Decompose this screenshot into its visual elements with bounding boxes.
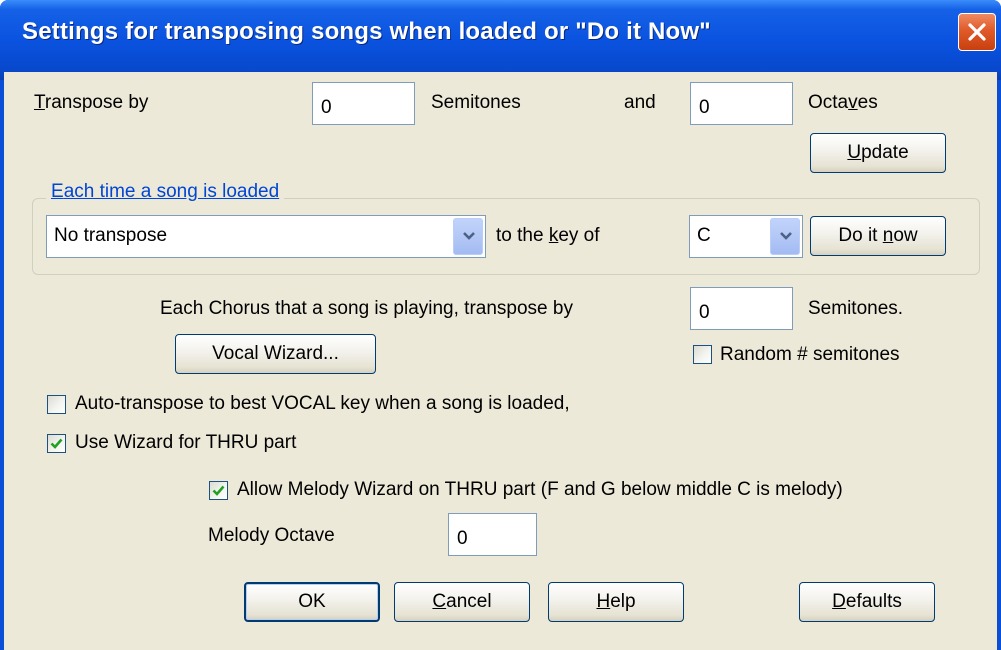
transpose-mode-dropdown-button[interactable] (453, 218, 483, 255)
each-time-loaded-legend: Each time a song is loaded (46, 181, 285, 203)
chorus-semitones-label: Semitones. (808, 298, 904, 319)
close-button[interactable] (958, 13, 996, 51)
random-semitones-label: Random # semitones (720, 344, 900, 365)
use-wizard-thru-checkbox[interactable] (47, 434, 66, 453)
vocal-wizard-button[interactable]: Vocal Wizard... (175, 334, 376, 374)
allow-melody-wizard-checkbox[interactable] (209, 481, 228, 500)
semitones-label: Semitones (431, 92, 521, 113)
allow-melody-wizard-label: Allow Melody Wizard on THRU part (F and … (237, 479, 843, 500)
chevron-down-icon (463, 232, 475, 240)
to-the-key-of-label: to the key of (496, 225, 600, 246)
use-wizard-thru-label: Use Wizard for THRU part (75, 432, 297, 453)
transpose-semitones-input[interactable] (312, 82, 415, 125)
melody-octave-input[interactable] (448, 513, 537, 556)
ok-button[interactable]: OK (244, 582, 380, 622)
checkmark-icon (212, 485, 225, 496)
dialog-window: Settings for transposing songs when load… (0, 0, 1001, 650)
update-button[interactable]: Update (810, 133, 946, 173)
close-icon (968, 23, 986, 41)
chorus-semitones-input[interactable] (690, 287, 793, 330)
octaves-label: Octaves (808, 92, 878, 113)
checkmark-icon (50, 438, 63, 449)
defaults-button[interactable]: Defaults (799, 582, 935, 622)
key-value: C (697, 225, 711, 246)
do-it-now-button[interactable]: Do it now (810, 216, 946, 256)
help-button[interactable]: Help (548, 582, 684, 622)
random-semitones-checkbox[interactable] (693, 345, 712, 364)
key-dropdown[interactable]: C (689, 215, 803, 258)
auto-transpose-label: Auto-transpose to best VOCAL key when a … (75, 393, 570, 414)
key-dropdown-button[interactable] (770, 218, 800, 255)
transpose-mode-dropdown[interactable]: No transpose (46, 215, 486, 258)
melody-octave-label: Melody Octave (208, 525, 335, 546)
dialog-title: Settings for transposing songs when load… (22, 18, 711, 45)
cancel-button[interactable]: Cancel (394, 582, 530, 622)
and-label: and (624, 92, 656, 113)
transpose-octaves-input[interactable] (690, 82, 793, 125)
transpose-by-label: Transpose by (34, 92, 149, 113)
title-bar[interactable]: Settings for transposing songs when load… (0, 0, 1001, 80)
auto-transpose-checkbox[interactable] (47, 395, 66, 414)
chevron-down-icon (780, 232, 792, 240)
chorus-transpose-label: Each Chorus that a song is playing, tran… (160, 298, 573, 319)
transpose-mode-value: No transpose (54, 225, 168, 246)
